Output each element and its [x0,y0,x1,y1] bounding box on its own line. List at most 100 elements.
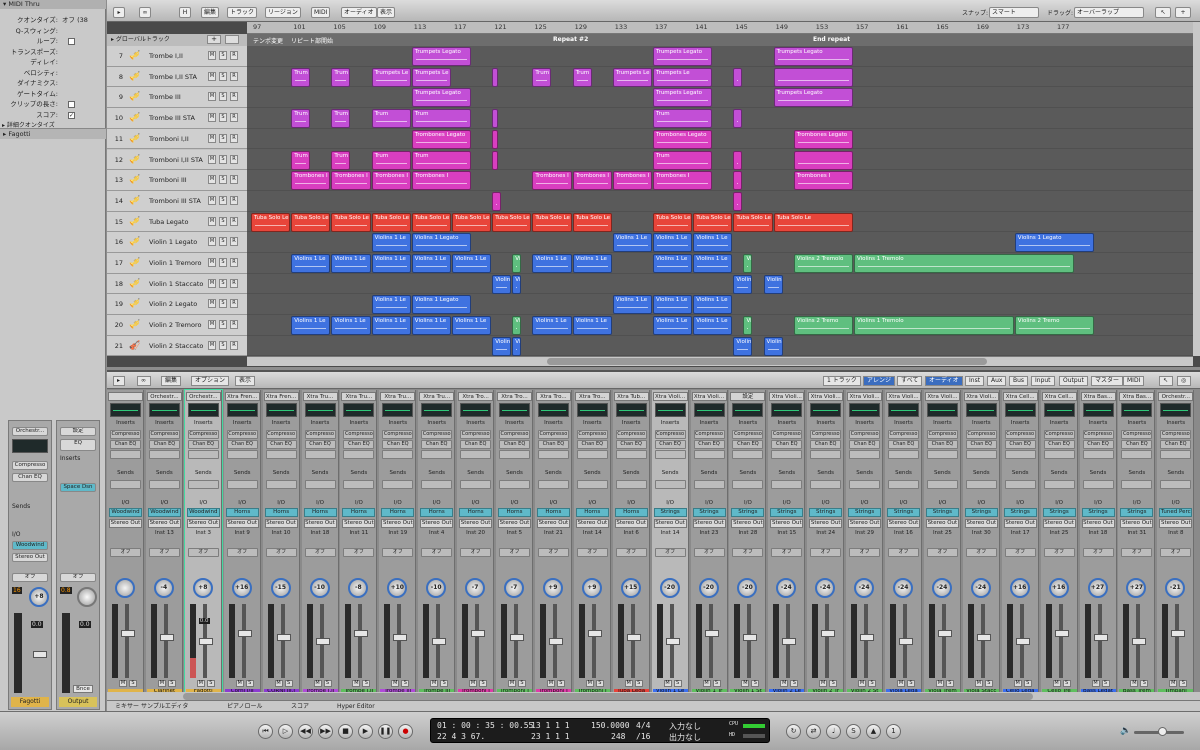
strip-eq-display[interactable] [1160,403,1192,417]
strip-pan-knob[interactable]: +9 [542,578,563,598]
track-lane[interactable]: Trum Trum Trum Trum Trum [247,150,1193,171]
midi-region[interactable]: Violins 1 Legato [1014,233,1095,253]
strip-output-slot[interactable]: Stereo Out [614,519,648,528]
strip-output-slot[interactable]: Stereo Out [1120,519,1154,528]
midi-region[interactable]: Trombones Legato [793,129,853,149]
track-name[interactable]: Tromboni I,II STA [149,156,203,164]
midi-region[interactable]: Trumpets Le [411,67,451,87]
strip-fader-cap[interactable] [121,630,135,637]
strip-chan-eq-slot[interactable]: Chan EQ [693,440,725,449]
strip-insert-slot[interactable]: Compresso [849,430,881,439]
strip-send-slot[interactable] [187,480,219,489]
strip-fader-track[interactable] [397,604,402,678]
strip-eq-display[interactable] [1082,403,1114,417]
strip-output-slot[interactable]: Stereo Out [925,519,959,528]
strip-solo-button[interactable]: S [1140,680,1149,687]
strip-solo-button[interactable]: S [945,680,954,687]
strip-solo-button[interactable]: S [868,680,877,687]
strip-fader-cap[interactable] [393,634,408,641]
strip-insert-slot[interactable]: Compresso [810,430,842,439]
strip-instrument-slot[interactable]: Xtra Violi... [691,392,727,401]
strip-pan-knob[interactable]: +15 [620,578,641,598]
strip-automation-mode[interactable]: オフ [110,548,141,557]
mute-button[interactable]: M [208,320,216,330]
midi-region[interactable] [492,150,499,170]
mixer-filter-button[interactable]: Aux [987,376,1007,386]
record-enable-button[interactable]: R [230,175,238,185]
strip-mute-button[interactable]: M [702,680,711,687]
strip-input-slot[interactable]: Horns [303,508,337,517]
strip-output-slot[interactable]: Stereo Out [225,519,259,528]
strip-insert-slot[interactable]: Compresso [304,430,336,439]
midi-region[interactable]: Violin [743,254,753,273]
strip-input-slot[interactable]: Horns [342,508,376,517]
strip-fader-track[interactable] [241,604,246,678]
pencil-tool-icon[interactable]: + [1175,7,1191,18]
mixer-filter-button[interactable]: Output [1059,376,1088,386]
track-header[interactable]: 13 🎺 Tromboni III M S R [107,170,247,191]
strip-pan-knob[interactable]: -24 [854,578,875,598]
strip-chan-eq-slot[interactable]: Chan EQ [382,440,414,449]
strip-pan-knob[interactable]: -20 [698,578,719,598]
strip-solo-button[interactable]: S [634,680,643,687]
strip-insert-slot[interactable]: Compresso [1043,430,1075,439]
midi-region[interactable]: Violin [763,336,783,356]
strip-mute-button[interactable]: M [741,680,750,687]
track-name[interactable]: Violin 1 Staccato [149,280,203,288]
midi-region[interactable]: Tuba Solo Le [492,212,532,232]
strip-output-slot[interactable]: Stereo Out [342,519,376,528]
record-enable-button[interactable]: R [230,320,238,330]
strip-chan-eq-slot[interactable]: Chan EQ [654,440,686,449]
strip-solo-button[interactable]: S [362,680,371,687]
strip-insert-slot[interactable]: Compresso [499,430,530,439]
strip-send-slot[interactable] [732,480,764,489]
strip-fader-cap[interactable] [626,634,641,641]
strip-empty-insert-slot[interactable] [693,450,725,459]
mute-button[interactable]: M [208,113,216,123]
strip-instrument-slot[interactable]: Xtra Tru... [380,392,416,401]
midi-region[interactable]: Trum [291,150,311,170]
strip-input-slot[interactable]: Strings [964,508,998,517]
strip-mute-button[interactable]: M [119,680,127,687]
strip-automation-mode[interactable]: オフ [226,548,258,557]
solo-button[interactable]: S [219,278,227,288]
mute-button[interactable]: M [208,258,216,267]
mixer-view-button[interactable]: 1 トラック [823,376,861,386]
strip-automation-mode[interactable]: オフ [1082,548,1114,557]
midi-region[interactable]: Violins 1 Le [452,316,492,336]
strip-automation-mode[interactable]: オフ [1121,548,1153,557]
strip-send-slot[interactable] [771,480,803,489]
strip-fader-track[interactable] [941,604,946,678]
strip-send-slot[interactable] [265,480,297,489]
midi-region[interactable]: Violins 1 Le [653,254,693,273]
strip-empty-insert-slot[interactable] [888,450,919,459]
strip-chan-eq-slot[interactable]: Chan EQ [888,440,919,449]
midi-region[interactable]: Violins 1 Le [572,316,612,336]
strip-insert-slot[interactable]: Compresso [615,430,647,439]
strip-send-slot[interactable] [148,480,180,489]
strip-insert-slot[interactable]: Compresso [460,430,492,439]
arrow-icon[interactable]: ▸ [113,7,125,18]
strip-input-slot[interactable]: Woodwind [109,508,142,517]
mixer-filter-button[interactable]: Input [1031,376,1055,386]
arrange-menu-item[interactable]: 編集 [201,7,220,18]
marker[interactable]: End repeat [813,36,850,43]
midi-region[interactable]: Violins 1 Le [653,295,693,315]
strip-empty-insert-slot[interactable] [226,450,258,459]
midi-region[interactable]: Tuba Solo Le [371,212,411,232]
strip-send-slot[interactable] [615,480,647,489]
strip-eq-display[interactable] [148,403,180,417]
strip-send-slot[interactable] [421,480,453,489]
strip-instrument-slot[interactable]: Xtra Cell... [1041,392,1077,401]
strip-chan-eq-slot[interactable]: Chan EQ [1043,440,1075,449]
strip-pan-knob[interactable]: -20 [659,578,680,598]
strip-empty-insert-slot[interactable] [1082,450,1114,459]
track-name[interactable]: Violin 2 Staccato [149,342,203,350]
stop-icon[interactable]: ■ [338,724,353,739]
midi-region[interactable]: Violins 1 Le [371,254,411,273]
strip1-pan-knob[interactable]: +8 [29,587,49,607]
strip-fader-track[interactable] [1097,604,1102,678]
track-header[interactable]: 7 🎺 Trombe I,II M S R [107,46,247,67]
strip-instrument-slot[interactable]: Xtra Violi... [808,392,844,401]
strip-instrument-slot[interactable]: Xtra Violi... [847,392,883,401]
